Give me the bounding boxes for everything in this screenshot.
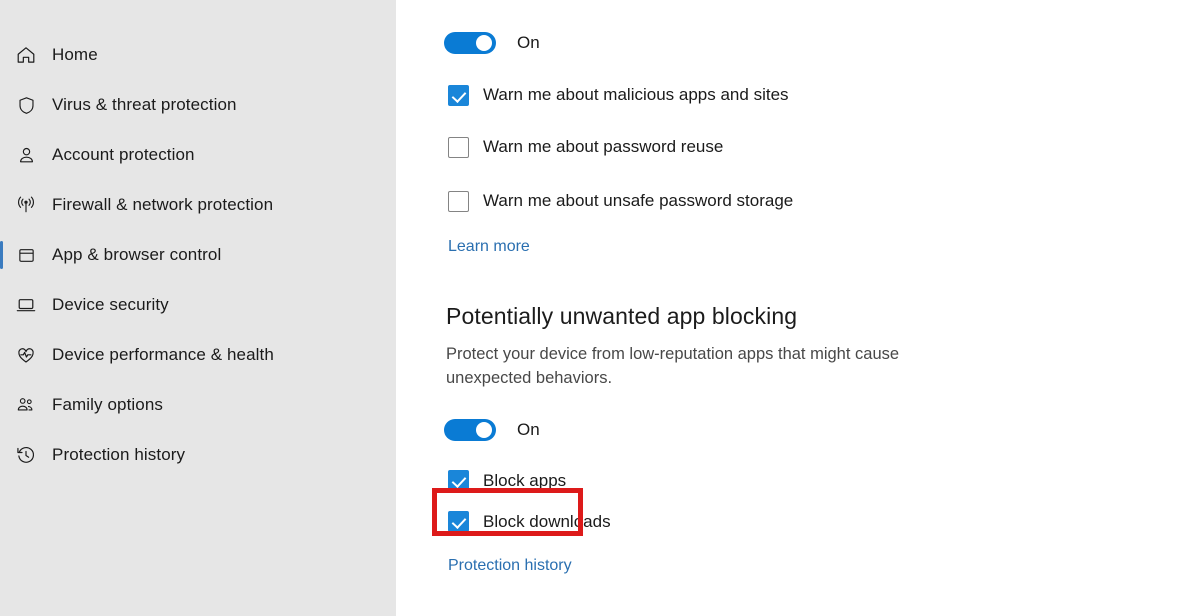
sidebar-item-label: App & browser control (52, 245, 222, 264)
block-apps-checkbox[interactable] (448, 470, 469, 492)
shield-icon (13, 92, 39, 118)
toggle-knob (476, 421, 492, 438)
block-downloads-checkbox[interactable] (448, 511, 469, 533)
home-icon (13, 42, 39, 68)
protection-history-link[interactable]: Protection history (444, 557, 572, 575)
toggle-state-label: On (517, 33, 540, 52)
pua-blocking-toggle[interactable] (444, 418, 496, 441)
checkbox-label: Warn me about malicious apps and sites (483, 85, 789, 104)
sidebar-item-label: Protection history (52, 445, 186, 464)
learn-more-link[interactable]: Learn more (444, 238, 530, 256)
sidebar-item-label: Device security (52, 295, 169, 314)
main-content: On Warn me about malicious apps and site… (396, 0, 1200, 616)
checkbox-row-warn-password-reuse[interactable]: Warn me about password reuse (444, 131, 1200, 163)
heart-pulse-icon (13, 342, 39, 368)
warn-unsafe-password-storage-checkbox[interactable] (448, 190, 469, 212)
checkbox-row-warn-unsafe-password-storage[interactable]: Warn me about unsafe password storage (444, 185, 1200, 217)
sidebar-item-app-browser-control[interactable]: App & browser control (0, 230, 396, 280)
people-group-icon (13, 392, 39, 418)
checkbox-label: Block apps (483, 470, 567, 490)
wifi-signal-icon (13, 192, 39, 218)
sidebar-item-home[interactable]: Home (0, 30, 396, 80)
checkbox-label: Warn me about password reuse (483, 137, 724, 156)
sidebar-item-label: Family options (52, 395, 163, 414)
selection-indicator (0, 241, 3, 269)
checkbox-row-block-apps[interactable]: Block apps (444, 465, 1200, 497)
sidebar-item-virus-threat-protection[interactable]: Virus & threat protection (0, 80, 396, 130)
sidebar-item-label: Account protection (52, 145, 195, 164)
clock-history-icon (13, 442, 39, 468)
sidebar-item-protection-history[interactable]: Protection history (0, 430, 396, 480)
sidebar-item-device-performance-health[interactable]: Device performance & health (0, 330, 396, 380)
reputation-protection-toggle[interactable] (444, 32, 496, 54)
checkbox-row-warn-malicious-apps[interactable]: Warn me about malicious apps and sites (444, 79, 1200, 111)
checkbox-label: Block downloads (483, 511, 611, 531)
sidebar-item-label: Firewall & network protection (52, 195, 274, 214)
sidebar-item-label: Home (52, 45, 98, 64)
window-icon (13, 242, 39, 268)
checkbox-row-block-downloads[interactable]: Block downloads (444, 506, 1200, 538)
pua-section-description: Protect your device from low-reputation … (446, 345, 900, 387)
checkbox-label: Warn me about unsafe password storage (483, 191, 794, 210)
toggle-knob (476, 35, 492, 51)
warn-password-reuse-checkbox[interactable] (448, 136, 469, 158)
sidebar-item-label: Device performance & health (52, 345, 274, 364)
reputation-protection-toggle-row: On (444, 26, 1200, 60)
sidebar-item-family-options[interactable]: Family options (0, 380, 396, 430)
sidebar-item-firewall-network-protection[interactable]: Firewall & network protection (0, 180, 396, 230)
pua-section-title: Potentially unwanted app blocking (446, 303, 798, 329)
person-icon (13, 142, 39, 168)
sidebar-item-label: Virus & threat protection (52, 95, 237, 114)
warn-malicious-apps-checkbox[interactable] (448, 84, 469, 106)
windows-security-window: Home Virus & threat protection Account p… (0, 0, 1200, 616)
toggle-state-label: On (517, 419, 540, 439)
sidebar-navigation: Home Virus & threat protection Account p… (0, 0, 396, 616)
laptop-icon (13, 292, 39, 318)
sidebar-item-device-security[interactable]: Device security (0, 280, 396, 330)
sidebar-item-account-protection[interactable]: Account protection (0, 130, 396, 180)
pua-blocking-toggle-row: On (444, 413, 1200, 447)
